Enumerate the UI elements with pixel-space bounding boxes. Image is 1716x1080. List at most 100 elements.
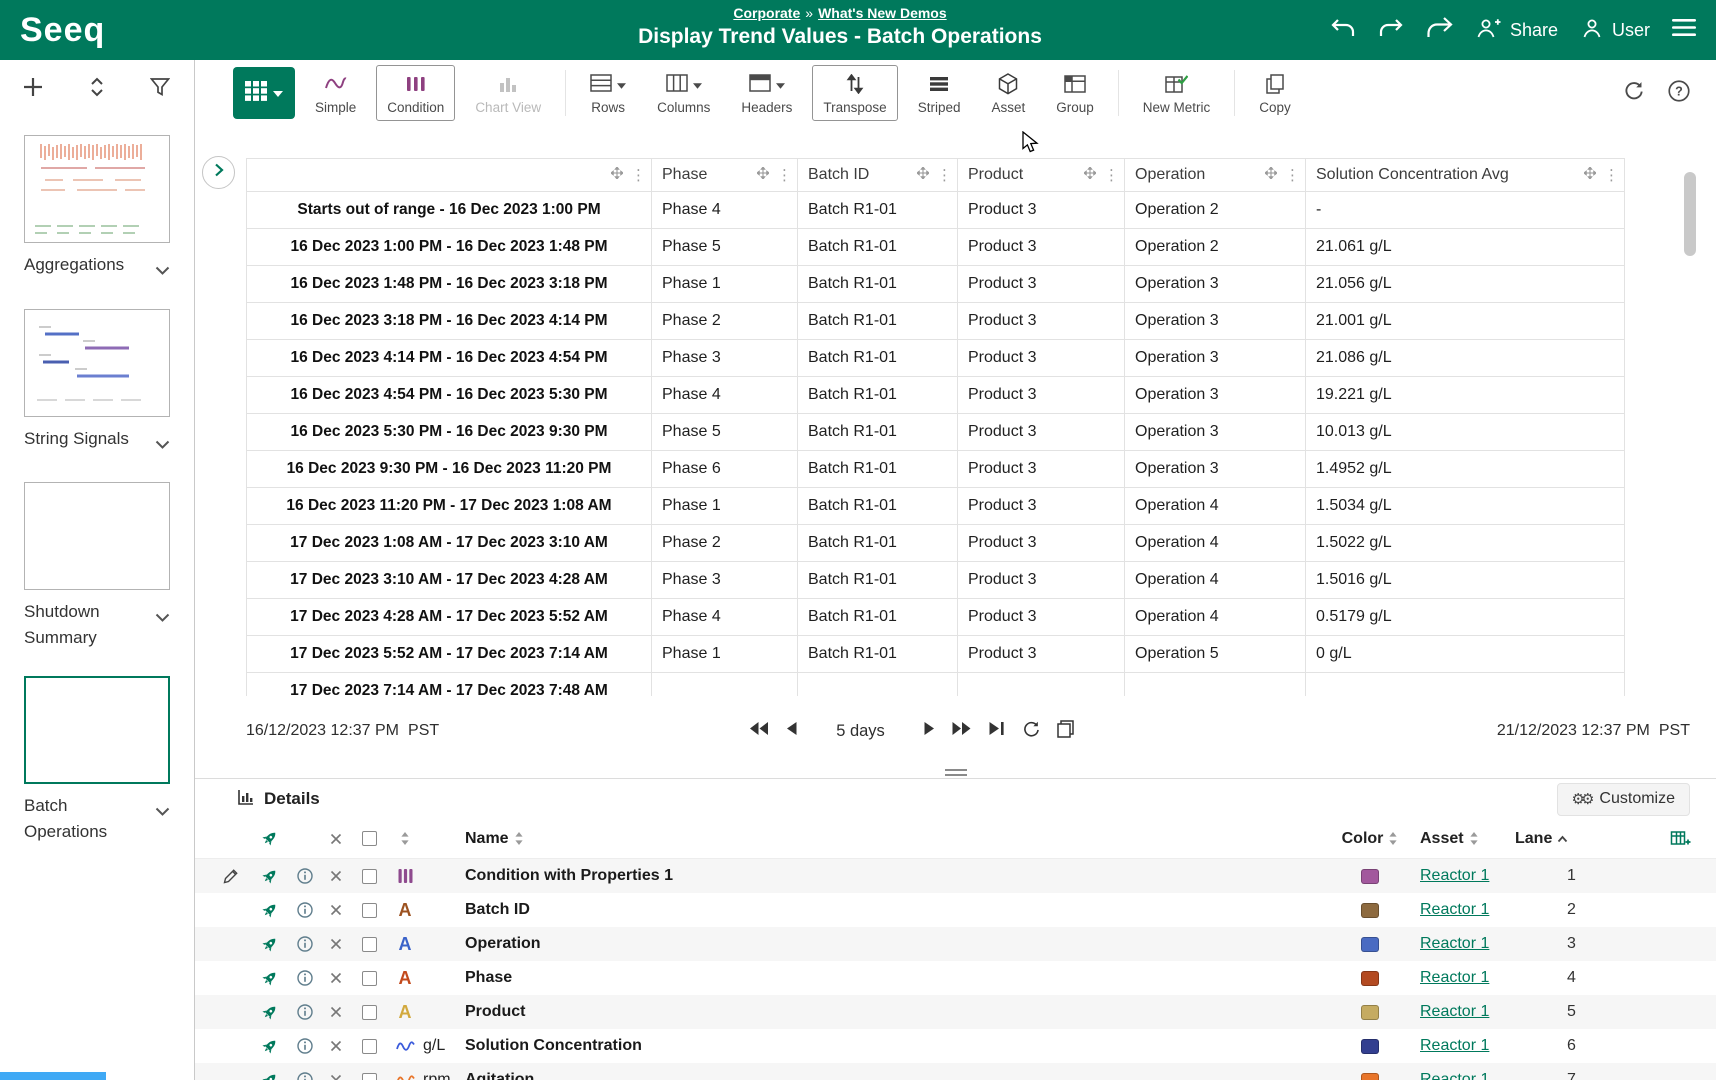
- asset-swap-rocket-icon[interactable]: [249, 1071, 289, 1080]
- asset-swap-rocket-icon[interactable]: [249, 829, 289, 848]
- remove-item-icon[interactable]: [321, 1006, 351, 1018]
- step-back-fast-button[interactable]: [749, 721, 769, 741]
- asset-swap-rocket-icon[interactable]: [249, 867, 289, 886]
- details-row[interactable]: rpmAgitationReactor 17: [195, 1063, 1716, 1080]
- worksheet-thumbnail-shutdown-summary[interactable]: [24, 482, 170, 590]
- item-asset-link[interactable]: Reactor 1: [1420, 1037, 1515, 1055]
- hamburger-menu-button[interactable]: [1672, 19, 1696, 42]
- chevron-down-icon[interactable]: [155, 431, 170, 457]
- column-menu-icon[interactable]: ⋮: [937, 168, 952, 183]
- column-header-operation[interactable]: Operation⋮: [1125, 159, 1306, 192]
- select-all-checkbox[interactable]: [351, 831, 387, 846]
- simple-view-button[interactable]: Simple: [304, 65, 367, 121]
- sort-ascending-icon[interactable]: [1557, 835, 1568, 843]
- lane-column-header[interactable]: Lane: [1515, 830, 1645, 848]
- item-color-swatch[interactable]: [1320, 1073, 1420, 1080]
- chevron-down-icon[interactable]: [155, 604, 170, 630]
- table-row[interactable]: 16 Dec 2023 9:30 PM - 16 Dec 2023 11:20 …: [247, 451, 1625, 488]
- table-row[interactable]: 17 Dec 2023 3:10 AM - 17 Dec 2023 4:28 A…: [247, 562, 1625, 599]
- add-worksheet-button[interactable]: [22, 76, 44, 103]
- item-color-swatch[interactable]: [1320, 971, 1420, 986]
- table-row[interactable]: 17 Dec 2023 7:14 AM - 17 Dec 2023 7:48 A…: [247, 673, 1625, 697]
- column-header-phase[interactable]: Phase⋮: [652, 159, 798, 192]
- item-checkbox[interactable]: [351, 1005, 387, 1020]
- details-row[interactable]: g/LSolution ConcentrationReactor 16: [195, 1029, 1716, 1063]
- expand-collapse-button[interactable]: [89, 77, 105, 102]
- item-name[interactable]: Agitation: [465, 1071, 1320, 1080]
- item-color-swatch[interactable]: [1320, 869, 1420, 884]
- item-color-swatch[interactable]: [1320, 903, 1420, 918]
- item-checkbox[interactable]: [351, 1073, 387, 1080]
- table-row[interactable]: 16 Dec 2023 11:20 PM - 17 Dec 2023 1:08 …: [247, 488, 1625, 525]
- table-row[interactable]: 17 Dec 2023 4:28 AM - 17 Dec 2023 5:52 A…: [247, 599, 1625, 636]
- item-checkbox[interactable]: [351, 971, 387, 986]
- asset-swap-rocket-icon[interactable]: [249, 1037, 289, 1056]
- table-view-dropdown[interactable]: [233, 67, 295, 119]
- item-asset-link[interactable]: Reactor 1: [1420, 935, 1515, 953]
- edit-pencil-icon[interactable]: [213, 868, 249, 884]
- user-menu-button[interactable]: User: [1580, 17, 1650, 44]
- panel-resize-handle[interactable]: [195, 766, 1716, 778]
- item-asset-link[interactable]: Reactor 1: [1420, 867, 1515, 885]
- column-header-solution-concentration-avg[interactable]: Solution Concentration Avg⋮: [1306, 159, 1625, 192]
- sort-icon[interactable]: [514, 832, 524, 845]
- columns-button[interactable]: Columns: [646, 65, 721, 121]
- breadcrumb-corporate-link[interactable]: Corporate: [733, 5, 800, 21]
- column-move-icon[interactable]: [1584, 166, 1596, 184]
- item-asset-link[interactable]: Reactor 1: [1420, 1003, 1515, 1021]
- worksheet-label-shutdown-summary[interactable]: Shutdown Summary: [24, 599, 155, 650]
- remove-item-icon[interactable]: [321, 972, 351, 984]
- name-column-header[interactable]: Name: [465, 830, 1320, 848]
- column-menu-icon[interactable]: ⋮: [777, 168, 792, 183]
- transpose-button[interactable]: Transpose: [812, 65, 897, 121]
- item-name[interactable]: Operation: [465, 935, 1320, 953]
- column-move-icon[interactable]: [1084, 166, 1096, 184]
- item-info-icon[interactable]: [289, 970, 321, 986]
- duration-label[interactable]: 5 days: [836, 722, 885, 741]
- item-color-swatch[interactable]: [1320, 937, 1420, 952]
- worksheet-label-batch-operations[interactable]: Batch Operations: [24, 793, 155, 844]
- table-row[interactable]: 16 Dec 2023 1:00 PM - 16 Dec 2023 1:48 P…: [247, 229, 1625, 266]
- step-forward-button[interactable]: [924, 721, 935, 741]
- table-scrollbar[interactable]: [1684, 162, 1696, 692]
- table-row[interactable]: Starts out of range - 16 Dec 2023 1:00 P…: [247, 192, 1625, 229]
- expand-panel-button[interactable]: [202, 156, 235, 189]
- asset-swap-rocket-icon[interactable]: [249, 969, 289, 988]
- item-info-icon[interactable]: [289, 1004, 321, 1020]
- step-back-button[interactable]: [786, 721, 797, 741]
- item-info-icon[interactable]: [289, 936, 321, 952]
- chevron-down-icon[interactable]: [155, 257, 170, 283]
- refresh-table-button[interactable]: [1623, 80, 1644, 106]
- item-checkbox[interactable]: [351, 1039, 387, 1054]
- column-move-icon[interactable]: [1265, 166, 1277, 184]
- item-checkbox[interactable]: [351, 937, 387, 952]
- item-info-icon[interactable]: [289, 868, 321, 884]
- remove-item-icon[interactable]: [321, 1040, 351, 1052]
- asset-swap-rocket-icon[interactable]: [249, 1003, 289, 1022]
- sort-icon[interactable]: [1388, 832, 1398, 845]
- striped-button[interactable]: Striped: [907, 65, 972, 121]
- column-menu-icon[interactable]: ⋮: [631, 168, 646, 183]
- column-move-icon[interactable]: [917, 166, 929, 184]
- column-move-icon[interactable]: [757, 166, 769, 184]
- column-menu-icon[interactable]: ⋮: [1285, 168, 1300, 183]
- share-forward-button[interactable]: [1426, 17, 1453, 44]
- copy-button[interactable]: Copy: [1248, 65, 1302, 121]
- breadcrumb-whats-new-link[interactable]: What's New Demos: [818, 5, 947, 21]
- worksheet-thumbnail-string-signals[interactable]: [24, 309, 170, 417]
- table-row[interactable]: 16 Dec 2023 3:18 PM - 16 Dec 2023 4:14 P…: [247, 303, 1625, 340]
- table-row[interactable]: 16 Dec 2023 4:14 PM - 16 Dec 2023 4:54 P…: [247, 340, 1625, 377]
- auto-update-icon[interactable]: [1057, 720, 1077, 743]
- details-row[interactable]: APhaseReactor 14: [195, 961, 1716, 995]
- column-header-capsule[interactable]: ⋮: [247, 159, 652, 192]
- item-name[interactable]: Product: [465, 1003, 1320, 1021]
- asset-column-header[interactable]: Asset: [1420, 830, 1515, 848]
- table-row[interactable]: 17 Dec 2023 5:52 AM - 17 Dec 2023 7:14 A…: [247, 636, 1625, 673]
- sidebar-horizontal-scrollbar[interactable]: [0, 1072, 106, 1080]
- add-column-icon[interactable]: [1645, 829, 1716, 849]
- rows-button[interactable]: Rows: [579, 65, 637, 121]
- asset-swap-rocket-icon[interactable]: [249, 901, 289, 920]
- column-header-batch-id[interactable]: Batch ID⋮: [798, 159, 958, 192]
- item-info-icon[interactable]: [289, 1072, 321, 1080]
- item-name[interactable]: Condition with Properties 1: [465, 867, 1320, 885]
